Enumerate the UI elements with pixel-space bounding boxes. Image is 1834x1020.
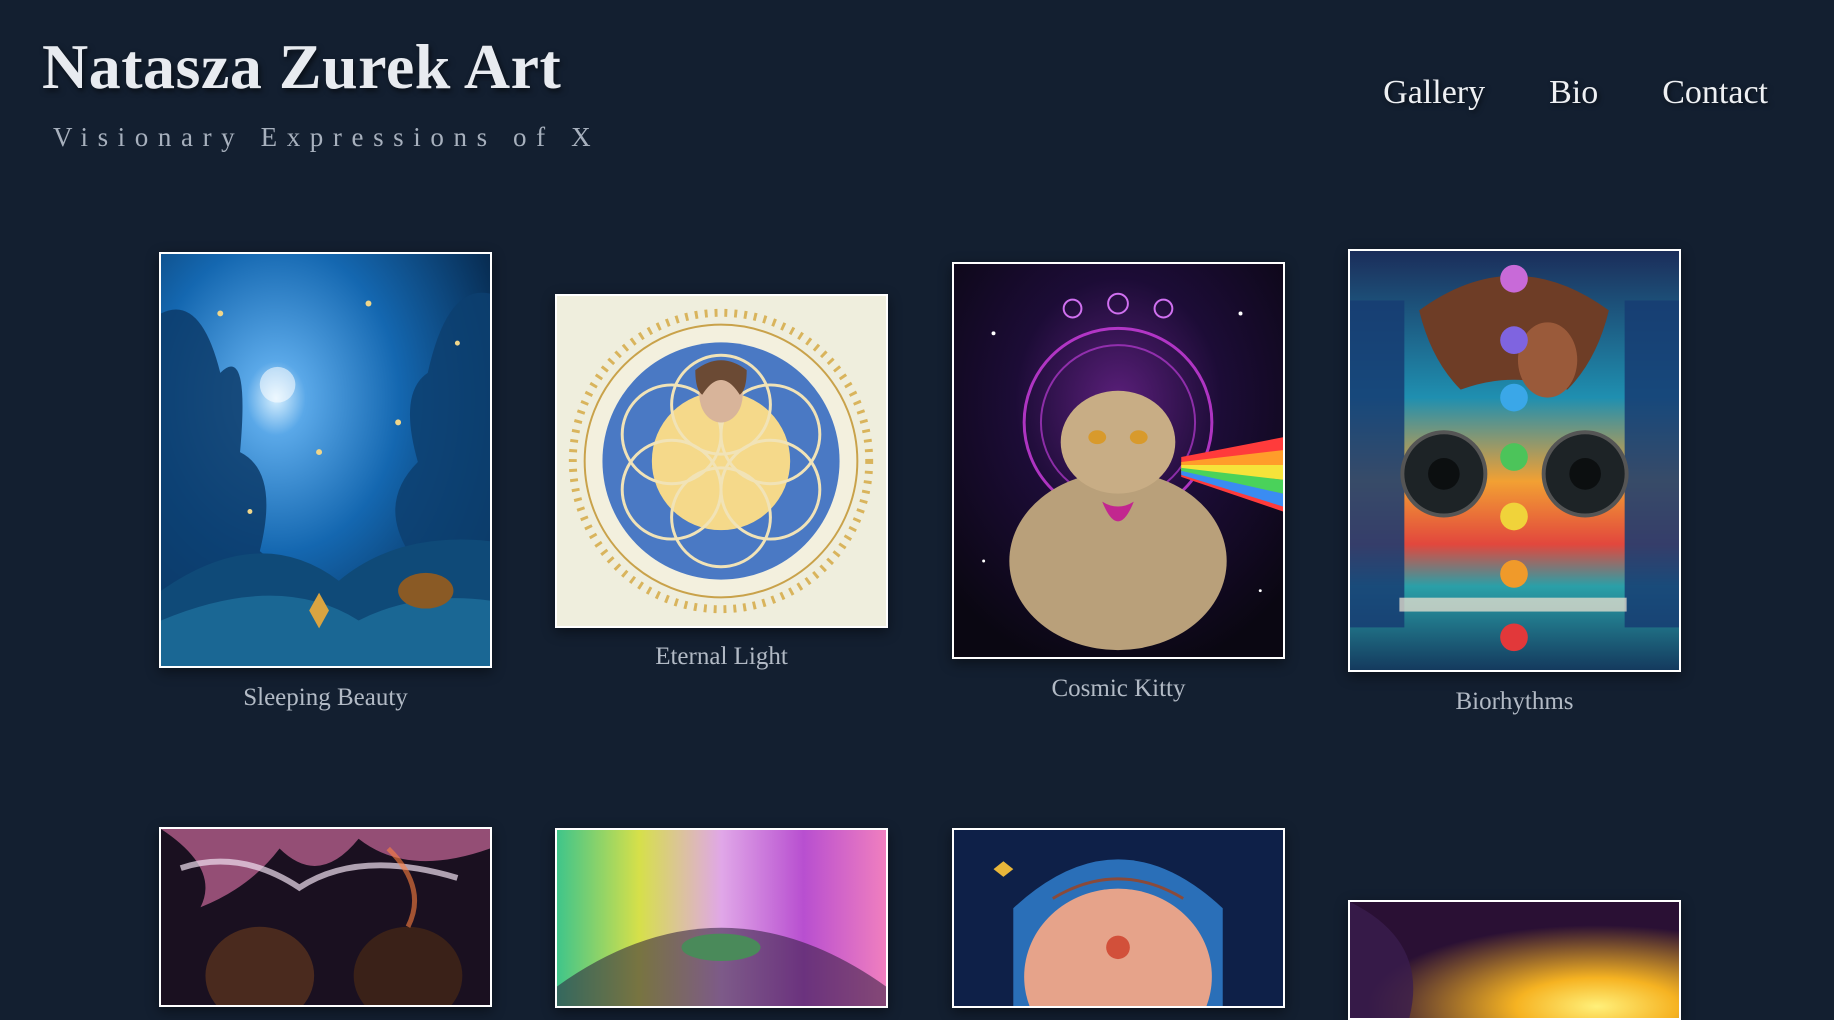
artwork-image xyxy=(954,830,1283,1006)
artwork-row2-4[interactable] xyxy=(1348,900,1681,1020)
site-title[interactable]: Natasza Zurek Art xyxy=(42,30,561,104)
artwork-caption: Cosmic Kitty xyxy=(1051,675,1186,702)
eternal-light-image xyxy=(557,296,886,626)
artwork-eternal-light[interactable] xyxy=(555,294,888,628)
artwork-image xyxy=(557,830,886,1006)
artwork-image xyxy=(161,829,490,1005)
artwork-caption: Sleeping Beauty xyxy=(243,684,408,711)
biorhythms-image xyxy=(1350,251,1679,670)
artwork-row2-2[interactable] xyxy=(555,828,888,1008)
nav-bio-link[interactable]: Bio xyxy=(1549,74,1598,112)
main-nav: Gallery Bio Contact xyxy=(1319,74,1768,112)
nav-gallery-link[interactable]: Gallery xyxy=(1383,74,1485,112)
artwork-caption: Biorhythms xyxy=(1455,688,1574,715)
artwork-cosmic-kitty[interactable] xyxy=(952,262,1285,659)
artwork-caption: Eternal Light xyxy=(655,643,788,670)
artwork-biorhythms[interactable] xyxy=(1348,249,1681,672)
site-tagline: Visionary Expressions of X xyxy=(53,122,601,152)
sleeping-beauty-image xyxy=(161,254,490,666)
artwork-image xyxy=(1350,902,1679,1018)
nav-contact-link[interactable]: Contact xyxy=(1662,74,1768,112)
artwork-sleeping-beauty[interactable] xyxy=(159,252,492,668)
artwork-row2-1[interactable] xyxy=(159,827,492,1007)
artwork-row2-3[interactable] xyxy=(952,828,1285,1008)
cosmic-kitty-image xyxy=(954,264,1283,657)
